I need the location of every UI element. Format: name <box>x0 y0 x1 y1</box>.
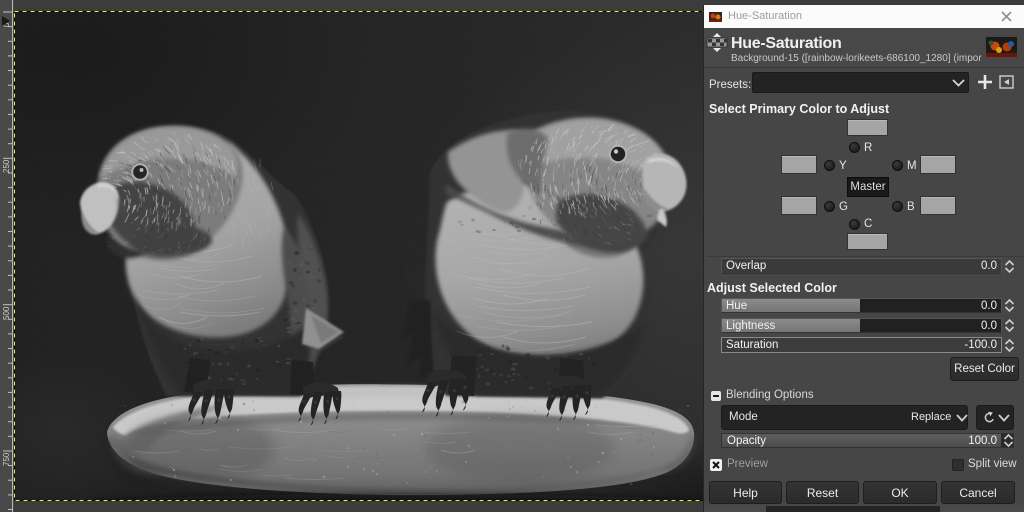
svg-text:250: 250 <box>2 159 11 173</box>
svg-text:500: 500 <box>2 306 11 320</box>
svg-text:750: 750 <box>2 452 11 466</box>
